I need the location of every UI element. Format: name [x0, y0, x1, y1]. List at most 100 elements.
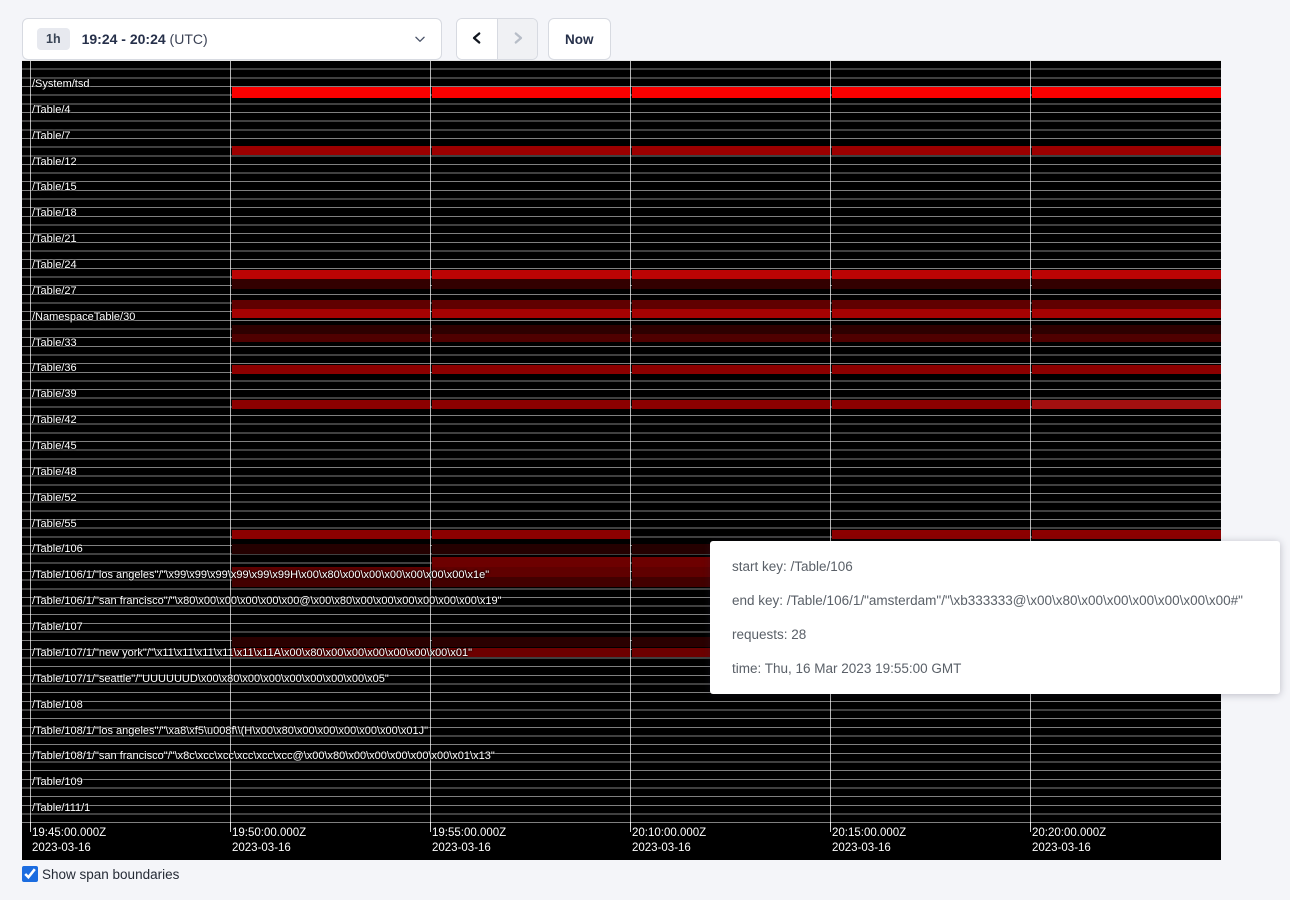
span-label: /Table/48 — [32, 466, 77, 478]
time-tick — [30, 822, 31, 832]
heat-band-segment — [432, 530, 630, 539]
span-label: /Table/7 — [32, 130, 71, 142]
hover-tooltip: start key: /Table/106 end key: /Table/10… — [710, 541, 1280, 694]
heat-band-segment — [432, 400, 630, 409]
heat-band-segment — [432, 270, 630, 279]
heat-band-segment — [232, 325, 430, 334]
heat-band-segment — [432, 365, 630, 374]
heat-band-segment — [632, 146, 830, 155]
time-tick — [630, 822, 631, 832]
heat-band-segment — [632, 279, 830, 289]
time-window-toolbar: 1h 19:24 - 20:24 (UTC) Now — [22, 18, 611, 60]
prev-window-button[interactable] — [457, 19, 497, 59]
heat-band-segment — [432, 279, 630, 289]
heat-band-segment — [232, 544, 430, 554]
heat-band-segment — [432, 334, 630, 342]
span-label: /Table/24 — [32, 259, 77, 271]
span-label: /Table/108/1/"los angeles"/"\xa8\xf5\u00… — [32, 725, 428, 737]
heat-band-segment — [632, 270, 830, 279]
heat-band-segment — [232, 279, 430, 289]
heat-band-segment — [832, 87, 1030, 98]
range-text: 19:24 - 20:24 (UTC) — [82, 31, 208, 47]
heat-band-segment — [1032, 334, 1221, 342]
span-label: /Table/42 — [32, 414, 77, 426]
span-label: /Table/108 — [32, 699, 83, 711]
time-axis-label: 19:45:00.000Z2023-03-16 — [32, 826, 106, 856]
chevron-right-icon — [509, 29, 527, 50]
span-label: /Table/21 — [32, 233, 77, 245]
heat-band-segment — [1032, 309, 1221, 318]
span-label: /Table/106/1/"los angeles"/"\x99\x99\x99… — [32, 569, 489, 581]
time-gridline — [30, 61, 31, 823]
range-duration-badge: 1h — [37, 28, 70, 50]
span-label: /Table/111/1 — [32, 802, 90, 814]
span-label: /Table/109 — [32, 776, 83, 788]
time-tick — [430, 822, 431, 832]
heat-band-segment — [832, 270, 1030, 279]
heat-band-segment — [632, 325, 830, 334]
span-label: /System/tsd — [32, 78, 89, 90]
heat-band-segment — [1032, 325, 1221, 334]
time-gridline — [830, 61, 831, 823]
heat-band-segment — [432, 544, 630, 554]
show-span-boundaries-checkbox[interactable] — [22, 866, 38, 882]
heat-band-segment — [1032, 279, 1221, 289]
span-label: /Table/107/1/"seattle"/"UUUUUUD\x00\x80\… — [32, 673, 389, 685]
time-gridline — [1030, 61, 1031, 823]
span-label: /Table/107/1/"new york"/"\x11\x11\x11\x1… — [32, 647, 472, 659]
heat-band-segment — [832, 365, 1030, 374]
show-span-boundaries-label: Show span boundaries — [42, 867, 179, 882]
heat-band-segment — [832, 309, 1030, 318]
heat-band-segment — [632, 400, 830, 409]
heat-band-segment — [1032, 146, 1221, 155]
span-label: /Table/27 — [32, 285, 77, 297]
span-label: /Table/15 — [32, 181, 77, 193]
next-window-button[interactable] — [497, 19, 537, 59]
window-nav-group — [456, 18, 538, 60]
time-axis-label: 19:55:00.000Z2023-03-16 — [432, 826, 506, 856]
heat-band-segment — [232, 637, 430, 647]
heat-band-segment — [432, 325, 630, 334]
heat-band-segment — [232, 270, 430, 279]
heat-band-segment — [232, 365, 430, 374]
span-label: /Table/4 — [32, 104, 71, 116]
span-label: /Table/18 — [32, 207, 77, 219]
span-label: /Table/108/1/"san francisco"/"\x8c\xcc\x… — [32, 750, 495, 762]
time-axis-label: 19:50:00.000Z2023-03-16 — [232, 826, 306, 856]
key-visualizer-page: 1h 19:24 - 20:24 (UTC) Now /System/tsd/T… — [0, 0, 1290, 900]
show-span-boundaries[interactable]: Show span boundaries — [22, 866, 179, 882]
range-value: 19:24 - 20:24 — [82, 31, 166, 47]
now-button[interactable]: Now — [548, 18, 611, 60]
time-axis-label: 20:20:00.000Z2023-03-16 — [1032, 826, 1106, 856]
heat-band-segment — [632, 365, 830, 374]
span-label: /Table/52 — [32, 492, 77, 504]
range-timezone: (UTC) — [170, 31, 208, 47]
time-gridline — [230, 61, 231, 823]
heat-band-segment — [232, 400, 430, 409]
heat-band-segment — [232, 87, 430, 98]
span-label: /Table/39 — [32, 388, 77, 400]
tooltip-start-key: start key: /Table/106 — [732, 559, 1258, 574]
time-gridline — [430, 61, 431, 823]
heat-band-segment — [432, 309, 630, 318]
heat-band-segment — [432, 300, 630, 309]
tooltip-requests: requests: 28 — [732, 627, 1258, 642]
span-label: /Table/107 — [32, 621, 83, 633]
span-label: /Table/106/1/"san francisco"/"\x80\x00\x… — [32, 595, 502, 607]
heat-band-segment — [1032, 530, 1221, 539]
key-visualizer-heatmap[interactable]: /System/tsd/Table/4/Table/7/Table/12/Tab… — [22, 60, 1221, 860]
heat-band-segment — [232, 309, 430, 318]
heat-band-segment — [1032, 365, 1221, 374]
time-tick — [830, 822, 831, 832]
heat-band-segment — [832, 400, 1030, 409]
key-visualizer-wrap: /System/tsd/Table/4/Table/7/Table/12/Tab… — [22, 60, 1221, 860]
span-label: /Table/12 — [32, 156, 77, 168]
heat-band-segment — [432, 637, 630, 647]
heat-band-segment — [832, 530, 1030, 539]
heat-band-segment — [632, 87, 830, 98]
heatmap-plot[interactable]: /System/tsd/Table/4/Table/7/Table/12/Tab… — [22, 60, 1221, 823]
time-range-selector[interactable]: 1h 19:24 - 20:24 (UTC) — [22, 18, 442, 60]
heat-band-segment — [432, 557, 630, 567]
span-label: /Table/55 — [32, 518, 77, 530]
tooltip-end-key: end key: /Table/106/1/"amsterdam"/"\xb33… — [732, 593, 1258, 608]
